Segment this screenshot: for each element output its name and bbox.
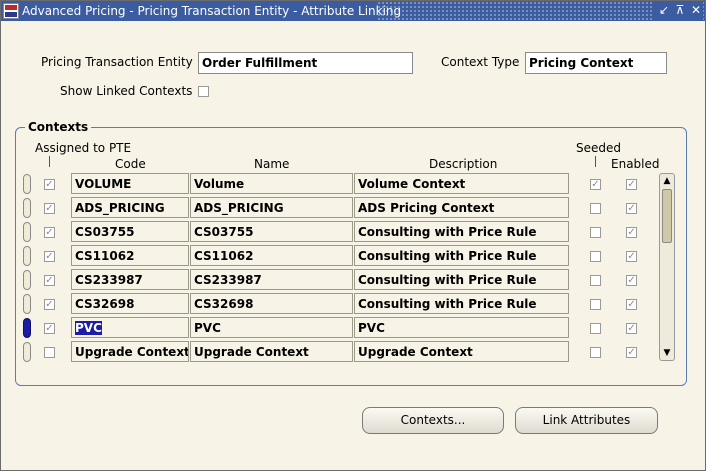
seeded-checkbox <box>590 299 601 310</box>
contexts-button[interactable]: Contexts... <box>362 407 504 434</box>
maximize-icon[interactable]: ⊼ <box>673 2 687 18</box>
seeded-checkbox <box>590 347 601 358</box>
description-cell[interactable]: Consulting with Price Rule <box>354 269 569 290</box>
code-cell[interactable]: VOLUME <box>71 173 189 194</box>
assigned-checkbox[interactable]: ✓ <box>44 251 55 262</box>
code-cell[interactable]: CS32698 <box>71 293 189 314</box>
row-indicator[interactable] <box>23 174 31 194</box>
window-controls: ↙ ⊼ ✕ <box>653 2 703 20</box>
name-cell[interactable]: Volume <box>190 173 353 194</box>
seeded-checkbox <box>590 251 601 262</box>
assigned-checkbox[interactable]: ✓ <box>44 299 55 310</box>
assigned-checkbox[interactable]: ✓ <box>44 323 55 334</box>
name-cell[interactable]: ADS_PRICING <box>190 197 353 218</box>
description-cell[interactable]: ADS Pricing Context <box>354 197 569 218</box>
header-tick <box>49 156 50 167</box>
assigned-checkbox[interactable]: ✓ <box>44 203 55 214</box>
attribute-linking-window: Advanced Pricing - Pricing Transaction E… <box>0 0 706 471</box>
header-name: Name <box>254 157 290 171</box>
scroll-thumb[interactable] <box>662 189 672 243</box>
code-cell[interactable]: CS03755 <box>71 221 189 242</box>
header-assigned: Assigned to PTE <box>35 141 132 155</box>
enabled-checkbox[interactable]: ✓ <box>626 299 637 310</box>
enabled-checkbox[interactable]: ✓ <box>626 347 637 358</box>
seeded-checkbox <box>590 323 601 334</box>
name-cell[interactable]: PVC <box>190 317 353 338</box>
context-type-field[interactable]: Pricing Context <box>525 52 667 74</box>
code-cell[interactable]: CS233987 <box>71 269 189 290</box>
title-area: Advanced Pricing - Pricing Transaction E… <box>1 1 401 21</box>
row-indicator[interactable] <box>23 270 31 290</box>
header-description: Description <box>429 157 498 171</box>
scroll-down-icon[interactable]: ▼ <box>661 347 673 359</box>
enabled-checkbox[interactable]: ✓ <box>626 227 637 238</box>
oracle-app-icon <box>3 3 19 19</box>
description-cell[interactable]: Consulting with Price Rule <box>354 293 569 314</box>
seeded-checkbox <box>590 227 601 238</box>
enabled-checkbox[interactable]: ✓ <box>626 203 637 214</box>
code-cell-active[interactable]: PVC <box>71 317 189 338</box>
name-cell[interactable]: Upgrade Context <box>190 341 353 362</box>
minimize-icon[interactable]: ↙ <box>657 2 671 18</box>
row-indicator[interactable] <box>23 222 31 242</box>
description-cell[interactable]: Volume Context <box>354 173 569 194</box>
assigned-checkbox[interactable]: ✓ <box>44 227 55 238</box>
enabled-checkbox[interactable]: ✓ <box>626 251 637 262</box>
vertical-scrollbar[interactable]: ▲ ▼ <box>659 173 675 361</box>
header-seeded: Seeded <box>576 141 621 155</box>
seeded-checkbox <box>590 203 601 214</box>
description-cell[interactable]: Upgrade Context <box>354 341 569 362</box>
code-cell[interactable]: CS11062 <box>71 245 189 266</box>
pte-field[interactable]: Order Fulfillment <box>198 52 413 74</box>
enabled-checkbox[interactable]: ✓ <box>626 323 637 334</box>
contexts-group-title: Contexts <box>25 120 92 134</box>
description-cell[interactable]: Consulting with Price Rule <box>354 245 569 266</box>
assigned-checkbox[interactable]: ✓ <box>44 179 55 190</box>
row-indicator[interactable] <box>23 246 31 266</box>
header-tick <box>595 156 596 167</box>
show-linked-checkbox[interactable] <box>198 86 209 97</box>
header-code: Code <box>115 157 146 171</box>
header-enabled: Enabled <box>611 157 660 171</box>
name-cell[interactable]: CS32698 <box>190 293 353 314</box>
enabled-checkbox[interactable]: ✓ <box>626 275 637 286</box>
assigned-checkbox[interactable]: ✓ <box>44 275 55 286</box>
name-cell[interactable]: CS233987 <box>190 269 353 290</box>
pte-label: Pricing Transaction Entity <box>41 55 193 69</box>
row-indicator-current[interactable] <box>23 318 31 338</box>
row-indicator[interactable] <box>23 198 31 218</box>
code-cell[interactable]: ADS_PRICING <box>71 197 189 218</box>
seeded-checkbox <box>590 275 601 286</box>
row-indicator[interactable] <box>23 342 31 362</box>
seeded-checkbox: ✓ <box>590 179 601 190</box>
show-linked-label: Show Linked Contexts <box>60 84 193 98</box>
name-cell[interactable]: CS03755 <box>190 221 353 242</box>
link-attributes-button[interactable]: Link Attributes <box>515 407 658 434</box>
description-cell[interactable]: Consulting with Price Rule <box>354 221 569 242</box>
context-type-label: Context Type <box>441 55 520 69</box>
assigned-checkbox[interactable] <box>44 347 55 358</box>
selected-text: PVC <box>75 321 102 335</box>
close-icon[interactable]: ✕ <box>689 2 703 18</box>
window-title: Advanced Pricing - Pricing Transaction E… <box>22 4 402 18</box>
description-cell[interactable]: PVC <box>354 317 569 338</box>
code-cell[interactable]: Upgrade Context <box>71 341 189 362</box>
enabled-checkbox[interactable]: ✓ <box>626 179 637 190</box>
name-cell[interactable]: CS11062 <box>190 245 353 266</box>
row-indicator[interactable] <box>23 294 31 314</box>
scroll-up-icon[interactable]: ▲ <box>661 175 673 187</box>
